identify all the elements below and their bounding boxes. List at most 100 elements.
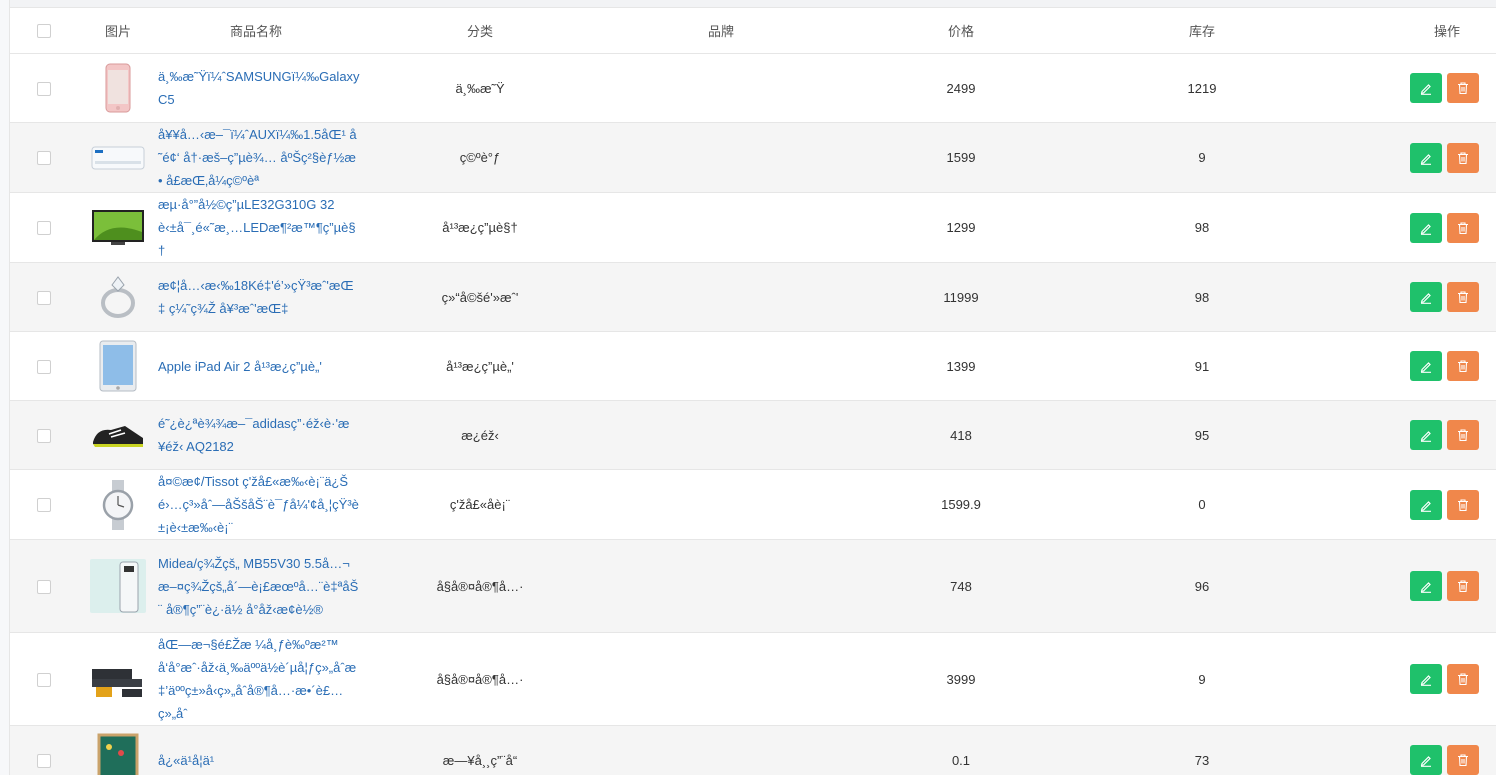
image-cell	[78, 192, 158, 263]
brand-cell	[592, 632, 850, 726]
edit-button[interactable]	[1410, 571, 1442, 601]
row-select-cell	[10, 632, 78, 726]
delete-button[interactable]	[1447, 142, 1479, 173]
price-cell: 418	[850, 400, 1072, 470]
row-checkbox[interactable]	[37, 498, 51, 513]
delete-button[interactable]	[1447, 73, 1479, 103]
delete-button[interactable]	[1447, 351, 1479, 381]
product-name-link[interactable]: Apple iPad Air 2 å¹³æ¿ç”µè„'	[158, 355, 360, 378]
product-name-link[interactable]: å¿«ä¹å¦ä¹	[158, 749, 360, 772]
edit-button[interactable]	[1410, 73, 1442, 103]
brand-cell	[592, 53, 850, 123]
image-cell	[78, 400, 158, 470]
delete-button[interactable]	[1447, 489, 1479, 520]
category-cell: å¹³æ¿ç”µè„'	[368, 331, 592, 401]
row-select-cell	[10, 53, 78, 123]
row-checkbox[interactable]	[37, 428, 51, 443]
actions-cell	[1332, 192, 1496, 263]
delete-button[interactable]	[1447, 745, 1479, 775]
row-checkbox[interactable]	[37, 290, 51, 305]
header-actions: 操作	[1332, 7, 1496, 54]
sofa-image	[90, 652, 146, 706]
brand-cell	[592, 400, 850, 470]
trash-icon	[1458, 82, 1468, 95]
product-name-link[interactable]: é˜¿è¿ªè¾¾æ–¯adidasç”·éž‹è·'æ¥éž‹ AQ2182	[158, 412, 360, 458]
name-cell: åŒ—æ¬§é£Žæ ¼å¸ƒè‰ºæ²™å‘å°æˆ·åž‹ä¸‰äººä½è…	[158, 632, 368, 726]
product-name-link[interactable]: å¤©æ¢­/Tissot ç'žå£«æ‰‹è¡¨ä¿Šé›…ç³»åˆ—åŠ…	[158, 470, 360, 539]
row-checkbox[interactable]	[37, 81, 51, 96]
price-cell: 1399	[850, 331, 1072, 401]
category-cell: ç©ºè°ƒ	[368, 122, 592, 193]
table-row: Apple iPad Air 2 å¹³æ¿ç”µè„' å¹³æ¿ç”µè„'…	[10, 331, 1496, 401]
brand-cell	[592, 331, 850, 401]
edit-button[interactable]	[1410, 282, 1442, 312]
price-cell: 748	[850, 539, 1072, 633]
stock-cell: 73	[1072, 725, 1332, 775]
trash-icon	[1458, 754, 1468, 767]
page: 图片 商品名称 分类 品牌 价格 库存 操作 ä¸‰æ˜Ÿï¼ˆSAMSUNGï…	[0, 0, 1496, 775]
row-checkbox[interactable]	[37, 579, 51, 594]
product-name-link[interactable]: Midea/ç¾Žçš„ MB55V30 5.5å…¬æ–¤ç¾Žçš„å´—è…	[158, 552, 360, 621]
delete-button[interactable]	[1447, 420, 1479, 450]
actions-cell	[1332, 331, 1496, 401]
product-name-link[interactable]: å¥¥å…‹æ–¯ï¼ˆAUXï¼‰1.5åŒ¹ å˜é¢‘ å†·æš–ç”µ…	[158, 123, 360, 192]
actions-cell	[1332, 469, 1496, 540]
table-row: æ¢¦å…‹æ‹‰18Ké‡'é’»çŸ³æˆ'æŒ‡ ç¼˜ç¾Ž å¥³æˆ…	[10, 262, 1496, 332]
price-cell: 2499	[850, 53, 1072, 123]
name-cell: å¤©æ¢­/Tissot ç'žå£«æ‰‹è¡¨ä¿Šé›…ç³»åˆ—åŠ…	[158, 469, 368, 540]
edit-button[interactable]	[1410, 664, 1442, 694]
category-cell: å§å®¤å®¶å…·	[368, 539, 592, 633]
edit-button[interactable]	[1410, 212, 1442, 243]
edit-button[interactable]	[1410, 351, 1442, 381]
header-name: 商品名称	[158, 7, 368, 54]
product-name-link[interactable]: æµ·å°”å½©ç”µLE32G310G 32è‹±å¯¸é«˜æ¸…LEDæ…	[158, 193, 360, 262]
header-image: 图片	[78, 7, 158, 54]
image-cell	[78, 331, 158, 401]
name-cell: ä¸‰æ˜Ÿï¼ˆSAMSUNGï¼‰Galaxy C5	[158, 53, 368, 123]
image-cell	[78, 122, 158, 193]
edit-button[interactable]	[1410, 420, 1442, 450]
stock-cell: 98	[1072, 262, 1332, 332]
edit-button[interactable]	[1410, 489, 1442, 520]
delete-button[interactable]	[1447, 664, 1479, 694]
row-checkbox[interactable]	[37, 359, 51, 374]
delete-button[interactable]	[1447, 571, 1479, 601]
washing-machine-image	[90, 559, 146, 613]
stock-cell: 98	[1072, 192, 1332, 263]
pencil-icon	[1420, 84, 1431, 95]
air-conditioner-image	[90, 131, 146, 185]
row-checkbox[interactable]	[37, 151, 51, 166]
category-cell: å¹³æ¿ç”µè§†	[368, 192, 592, 263]
edit-button[interactable]	[1410, 142, 1442, 173]
product-name-link[interactable]: æ¢¦å…‹æ‹‰18Ké‡'é’»çŸ³æˆ'æŒ‡ ç¼˜ç¾Ž å¥³æˆ…	[158, 274, 360, 320]
pink-phone-image	[90, 61, 146, 115]
table-row: ä¸‰æ˜Ÿï¼ˆSAMSUNGï¼‰Galaxy C5 ä¸‰æ˜Ÿ 2499…	[10, 53, 1496, 123]
category-cell: æ—¥å¸¸ç”¨å“	[368, 725, 592, 775]
delete-button[interactable]	[1447, 282, 1479, 312]
price-cell: 1599	[850, 122, 1072, 193]
delete-button[interactable]	[1447, 212, 1479, 243]
tablet-image	[90, 339, 146, 393]
row-checkbox[interactable]	[37, 672, 51, 687]
trash-icon	[1458, 673, 1468, 686]
select-all-checkbox[interactable]	[37, 23, 51, 38]
edit-button[interactable]	[1410, 745, 1442, 775]
pencil-icon	[1420, 153, 1431, 165]
category-cell: ç'žå£«åè¡¨	[368, 469, 592, 540]
image-cell	[78, 262, 158, 332]
table-row: é˜¿è¿ªè¾¾æ–¯adidasç”·éž‹è·'æ¥éž‹ AQ2182 …	[10, 400, 1496, 470]
product-name-link[interactable]: åŒ—æ¬§é£Žæ ¼å¸ƒè‰ºæ²™å‘å°æˆ·åž‹ä¸‰äººä½è…	[158, 633, 360, 725]
wristwatch-image	[90, 478, 146, 532]
row-checkbox[interactable]	[37, 221, 51, 236]
pencil-icon	[1420, 293, 1431, 304]
brand-cell	[592, 192, 850, 263]
row-checkbox[interactable]	[37, 753, 51, 768]
price-cell: 3999	[850, 632, 1072, 726]
brand-cell	[592, 469, 850, 540]
image-cell	[78, 725, 158, 775]
brand-cell	[592, 122, 850, 193]
trash-icon	[1458, 221, 1468, 234]
trash-icon	[1458, 291, 1468, 304]
pencil-icon	[1420, 582, 1431, 593]
product-name-link[interactable]: ä¸‰æ˜Ÿï¼ˆSAMSUNGï¼‰Galaxy C5	[158, 65, 360, 111]
